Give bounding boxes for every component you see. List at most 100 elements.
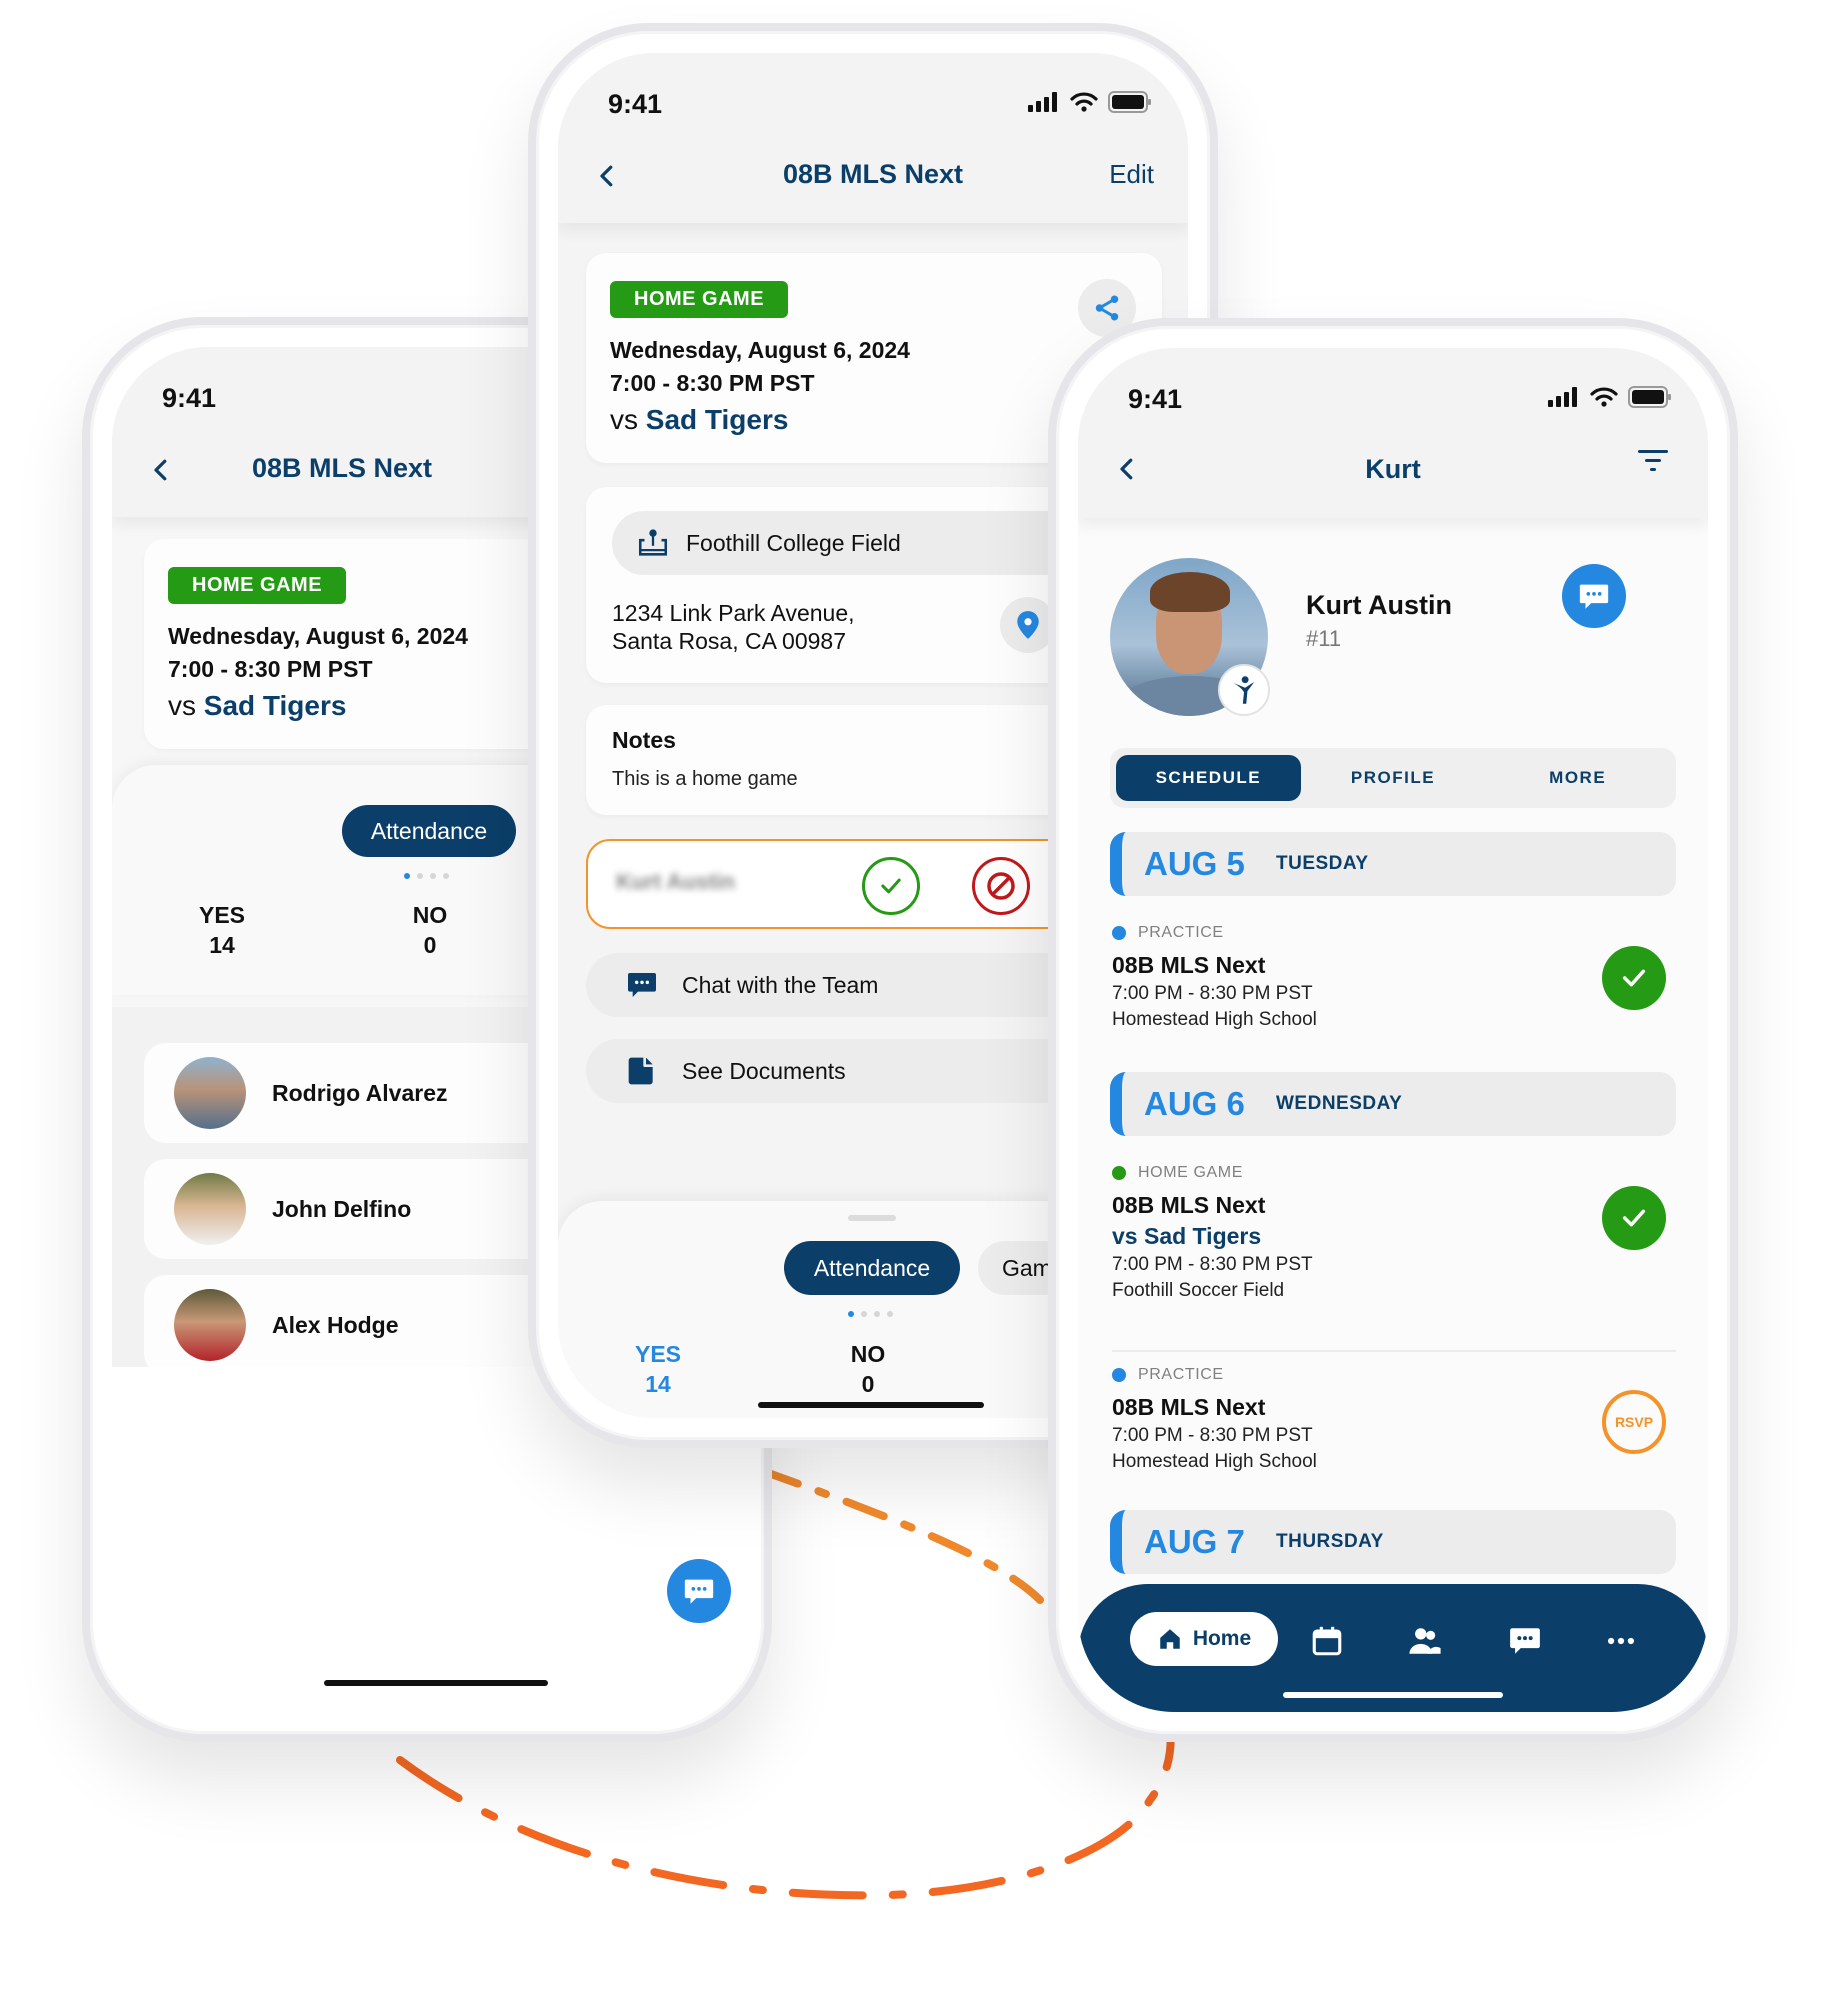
edit-button[interactable]: Edit (1109, 159, 1154, 190)
status-time: 9:41 (1128, 384, 1183, 414)
status-time: 9:41 (162, 383, 217, 413)
event-location: Homestead High School (1112, 1009, 1317, 1030)
event-time: 7:00 PM - 8:30 PM PST (1112, 1425, 1313, 1446)
address-line: Santa Rosa, CA 00987 (612, 628, 846, 654)
count-yes: YES 14 (598, 1339, 718, 1399)
check-icon (1622, 1209, 1646, 1227)
check-icon (1622, 969, 1646, 987)
tab-more[interactable]: MORE (1485, 755, 1670, 801)
day-date: AUG 7 (1144, 1523, 1245, 1560)
action-label: Chat with the Team (682, 971, 879, 998)
more-icon[interactable] (1604, 1624, 1638, 1658)
page-title: Kurt (1365, 454, 1421, 484)
event-time: 7:00 PM - 8:30 PM PST (1112, 1254, 1313, 1275)
tab-home-label: Home (1192, 1627, 1252, 1650)
chat-icon[interactable] (1508, 1624, 1542, 1658)
count-label: YES (634, 1341, 682, 1367)
profile-tabs: SCHEDULE PROFILE MORE (1110, 748, 1676, 808)
decline-icon (987, 872, 1015, 900)
event-type: PRACTICE (1112, 1366, 1676, 1384)
page-dots (404, 873, 449, 879)
rsvp-player-name: Kurt Austin (616, 869, 735, 894)
battery-icon (1628, 386, 1671, 408)
avatar (174, 1057, 246, 1129)
home-indicator (324, 1680, 548, 1686)
status-icons (1548, 386, 1672, 408)
count-label: NO (412, 902, 448, 928)
day-date: AUG 6 (1144, 1085, 1245, 1122)
event-location: Homestead High School (1112, 1451, 1317, 1472)
chat-icon (628, 973, 656, 997)
rsvp-button[interactable]: RSVP (1602, 1390, 1666, 1454)
sheet-handle[interactable] (848, 1215, 896, 1221)
team-logo-badge (1218, 664, 1270, 716)
divider (1112, 1350, 1676, 1352)
event-title: 08B MLS Next (1112, 1192, 1266, 1218)
battery-icon (1108, 91, 1151, 113)
event-opponent: vs Sad Tigers (1112, 1223, 1262, 1249)
tab-profile[interactable]: PROFILE (1301, 755, 1486, 801)
tab-schedule[interactable]: SCHEDULE (1116, 755, 1301, 801)
event-type-label: PRACTICE (1138, 1366, 1224, 1383)
phone-player-schedule: 9:41 Kurt Kurt Austin #11 SCHEDULE PROFI… (1048, 318, 1738, 1742)
check-icon (881, 878, 901, 894)
event-type: HOME GAME (1112, 1164, 1676, 1182)
rsvp-yes-button[interactable] (862, 857, 920, 915)
nav-bar: 9:41 Kurt (1078, 348, 1708, 518)
filter-icon[interactable] (1638, 448, 1668, 474)
tab-home[interactable]: Home (1130, 1612, 1278, 1666)
nav-bar: 9:41 08B MLS Next Edit (558, 53, 1188, 223)
event-type-dot (1112, 1368, 1126, 1382)
event-title: 08B MLS Next (1112, 952, 1266, 978)
chat-icon (684, 1579, 714, 1604)
status-time: 9:41 (608, 89, 663, 119)
day-weekday: WEDNESDAY (1276, 1093, 1403, 1114)
schedule-event[interactable]: HOME GAME 08B MLS Next vs Sad Tigers 7:0… (1112, 1164, 1676, 1302)
signal-icon (1028, 92, 1057, 112)
event-type-label: PRACTICE (1138, 924, 1224, 941)
document-icon (628, 1057, 653, 1085)
team-logo-icon (1233, 676, 1255, 704)
schedule-event[interactable]: PRACTICE 08B MLS Next 7:00 PM - 8:30 PM … (1112, 1366, 1676, 1473)
venue-name: Foothill College Field (686, 529, 901, 556)
attendance-segment-button[interactable]: Attendance (784, 1241, 960, 1295)
event-type-badge: HOME GAME (610, 281, 789, 318)
opponent-name: Sad Tigers (203, 690, 347, 721)
home-icon (1160, 1629, 1180, 1649)
back-chevron-icon[interactable] (146, 455, 176, 485)
rsvp-accepted-button[interactable] (1602, 946, 1666, 1010)
event-type-badge: HOME GAME (168, 567, 347, 604)
calendar-icon[interactable] (1310, 1624, 1344, 1658)
map-pin-icon (1017, 611, 1039, 639)
home-indicator (1283, 1692, 1503, 1698)
event-title: 08B MLS Next (1112, 1394, 1266, 1420)
schedule-event[interactable]: PRACTICE 08B MLS Next 7:00 PM - 8:30 PM … (1112, 924, 1676, 1031)
day-header: AUG 5 TUESDAY (1110, 832, 1676, 896)
count-value: 0 (423, 932, 437, 958)
attendance-segment-button[interactable]: Attendance (342, 805, 516, 857)
player-name: Rodrigo Alvarez (272, 1079, 448, 1106)
event-time: 7:00 PM - 8:30 PM PST (1112, 983, 1313, 1004)
chat-fab-button[interactable] (667, 1559, 731, 1623)
avatar-hair (1150, 572, 1230, 612)
day-weekday: TUESDAY (1276, 853, 1369, 874)
screen: 9:41 Kurt Kurt Austin #11 SCHEDULE PROFI… (1078, 348, 1708, 1712)
team-icon[interactable] (1408, 1624, 1442, 1658)
avatar (174, 1289, 246, 1361)
count-value: 0 (861, 1371, 875, 1397)
profile-jersey-number: #11 (1306, 626, 1342, 651)
event-type: PRACTICE (1112, 924, 1676, 942)
count-no: NO 0 (808, 1339, 928, 1399)
avatar (174, 1173, 246, 1245)
status-icons (1028, 91, 1152, 113)
event-type-label: HOME GAME (1138, 1164, 1243, 1181)
vs-label: vs (610, 404, 638, 435)
event-type-dot (1112, 1166, 1126, 1180)
message-player-button[interactable] (1562, 564, 1626, 628)
signal-icon (1548, 387, 1577, 407)
action-label: See Documents (682, 1057, 846, 1084)
event-location: Foothill Soccer Field (1112, 1280, 1285, 1301)
count-label: YES (198, 902, 246, 928)
rsvp-accepted-button[interactable] (1602, 1186, 1666, 1250)
rsvp-no-button[interactable] (972, 857, 1030, 915)
